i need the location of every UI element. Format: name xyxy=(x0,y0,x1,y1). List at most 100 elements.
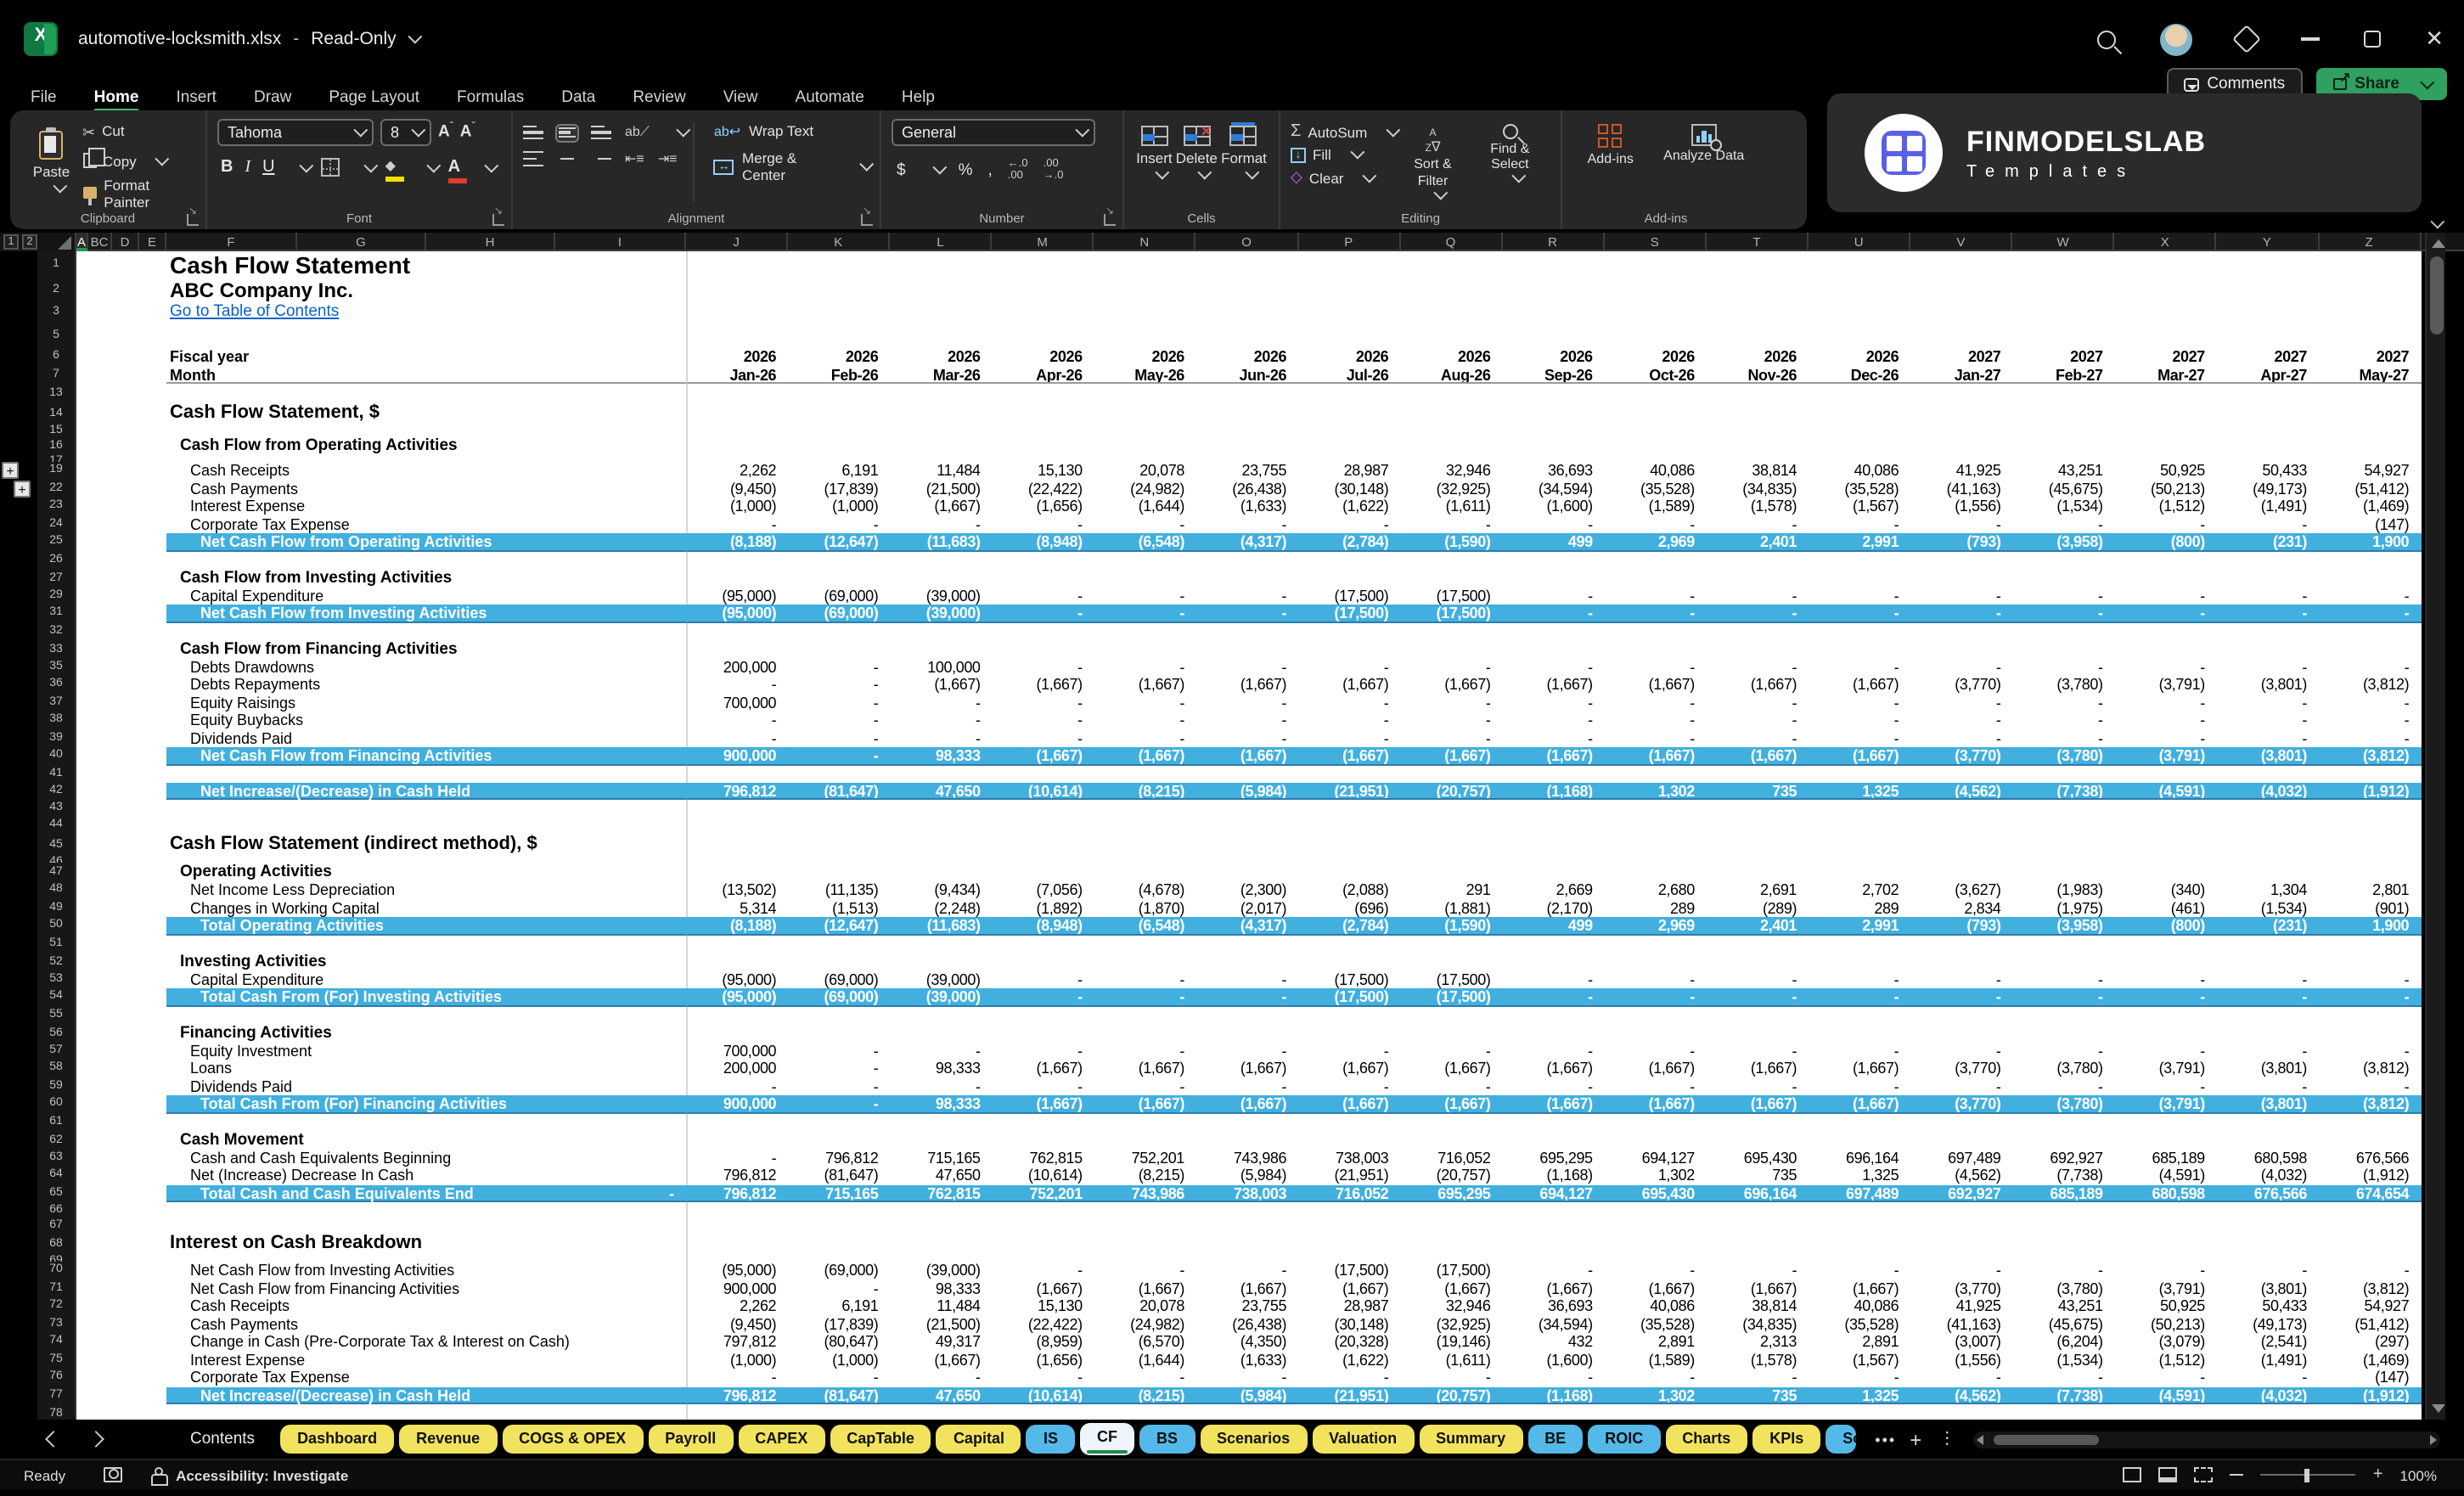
cell[interactable]: (24,982) xyxy=(1094,480,1196,498)
cell[interactable]: (8,948) xyxy=(992,917,1094,935)
menu-tab-file[interactable]: File xyxy=(31,87,57,113)
cell[interactable]: - xyxy=(1502,729,1605,747)
cell[interactable]: (1,881) xyxy=(1400,899,1503,917)
cell[interactable] xyxy=(686,278,2422,302)
cell[interactable]: (8,948) xyxy=(992,533,1094,551)
format-cells-button[interactable]: Format xyxy=(1221,119,1267,205)
cell[interactable]: - xyxy=(2216,515,2319,533)
cell[interactable]: 1,325 xyxy=(1809,1167,1911,1184)
cell[interactable] xyxy=(686,1113,2422,1130)
cell[interactable]: (1,667) xyxy=(1400,676,1503,694)
cell[interactable]: (10,614) xyxy=(992,782,1094,800)
cell[interactable]: - xyxy=(1706,729,1809,747)
sheet-tab-revenue[interactable]: Revenue xyxy=(399,1425,498,1454)
cell[interactable]: (4,350) xyxy=(1195,1333,1299,1351)
cell[interactable]: 695,430 xyxy=(1604,1184,1707,1202)
cell[interactable]: 696,164 xyxy=(1809,1149,1911,1167)
cell[interactable]: - xyxy=(2319,988,2422,1006)
cell[interactable]: - xyxy=(1706,1262,1809,1279)
cell[interactable]: (1,667) xyxy=(992,1279,1094,1297)
scroll-left-icon[interactable] xyxy=(1976,1434,1983,1444)
cut-button[interactable]: Cut xyxy=(82,115,195,145)
cell[interactable]: Jun-26 xyxy=(1195,366,1299,384)
cell[interactable]: (1,667) xyxy=(890,1351,993,1369)
cell[interactable]: (231) xyxy=(2216,917,2319,935)
cell[interactable]: (696) xyxy=(1298,899,1401,917)
cell[interactable]: 50,433 xyxy=(2216,1297,2319,1315)
cell[interactable]: 695,295 xyxy=(1400,1184,1503,1202)
cell[interactable]: (8,215) xyxy=(1094,1167,1196,1184)
row-number-27[interactable]: 27 xyxy=(37,568,76,587)
cell[interactable]: 2027 xyxy=(2216,348,2319,366)
cell[interactable]: (1,667) xyxy=(1195,747,1299,765)
cell[interactable]: (35,528) xyxy=(1604,480,1707,498)
cell[interactable]: - xyxy=(1910,605,2013,622)
font-family-select[interactable]: Tahoma xyxy=(217,119,374,146)
cell[interactable]: (17,500) xyxy=(1400,605,1503,622)
cell[interactable]: (3,780) xyxy=(2012,676,2115,694)
align-right-icon[interactable] xyxy=(591,151,611,166)
cell[interactable]: (3,780) xyxy=(2012,747,2115,765)
cell[interactable]: - xyxy=(2216,1077,2319,1095)
cell[interactable] xyxy=(686,302,2422,323)
cell[interactable]: - xyxy=(2114,970,2217,988)
cell[interactable]: - xyxy=(2319,605,2422,622)
cell[interactable]: - xyxy=(2114,587,2217,605)
cell[interactable]: (3,770) xyxy=(1910,676,2013,694)
cell[interactable]: - xyxy=(1502,970,1605,988)
row-number-76[interactable]: 76 xyxy=(37,1369,76,1386)
cell[interactable]: 432 xyxy=(1502,1333,1605,1351)
cell[interactable]: (340) xyxy=(2114,881,2217,899)
cell[interactable]: (1,667) xyxy=(1604,747,1707,765)
cell[interactable]: - xyxy=(2012,605,2115,622)
cell[interactable]: (1,667) xyxy=(1809,1095,1911,1113)
cell[interactable]: - xyxy=(2114,1077,2217,1095)
cell[interactable]: - xyxy=(2114,658,2217,676)
column-header-M[interactable]: M xyxy=(992,233,1094,251)
number-format-select[interactable]: General xyxy=(892,119,1095,146)
cell[interactable]: 50,433 xyxy=(2216,462,2319,480)
cell[interactable]: - xyxy=(1298,711,1401,729)
cell[interactable]: (8,215) xyxy=(1094,782,1196,800)
column-header-BC[interactable]: BC xyxy=(88,233,112,251)
cell[interactable]: (3,780) xyxy=(2012,1279,2115,1297)
menu-tab-view[interactable]: View xyxy=(723,87,758,113)
cell[interactable]: (1,611) xyxy=(1400,498,1503,515)
cell[interactable]: - xyxy=(2114,1369,2217,1386)
cell[interactable]: (1,168) xyxy=(1502,1167,1605,1184)
cell[interactable]: - xyxy=(1809,694,1911,711)
sheet-tab-charts[interactable]: Charts xyxy=(1665,1425,1748,1454)
paste-button[interactable]: Paste xyxy=(20,119,82,205)
cell[interactable]: (1,667) xyxy=(1298,1095,1401,1113)
cell[interactable]: (4,032) xyxy=(2216,782,2319,800)
cell[interactable]: (1,644) xyxy=(1094,1351,1196,1369)
cell[interactable]: 685,189 xyxy=(2012,1184,2115,1202)
cell[interactable]: (39,000) xyxy=(890,1262,993,1279)
cell[interactable]: (1,667) xyxy=(1502,1060,1605,1077)
cell[interactable]: 2027 xyxy=(1910,348,2013,366)
cell[interactable]: (3,791) xyxy=(2114,747,2217,765)
cell[interactable]: - xyxy=(1604,729,1707,747)
cell[interactable]: - xyxy=(1809,729,1911,747)
cell[interactable]: - xyxy=(1195,711,1299,729)
cell[interactable]: 738,003 xyxy=(1298,1149,1401,1167)
sheet-tab-kpis[interactable]: KPIs xyxy=(1752,1425,1821,1454)
cell[interactable]: - xyxy=(1298,515,1401,533)
row-number-16[interactable]: 16 xyxy=(37,436,76,455)
normal-view-icon[interactable] xyxy=(2123,1467,2142,1482)
cell[interactable] xyxy=(686,1023,2422,1042)
row-number-72[interactable]: 72 xyxy=(37,1297,76,1315)
cell[interactable]: (5,984) xyxy=(1195,1386,1299,1404)
cell[interactable]: (1,667) xyxy=(992,1060,1094,1077)
cell[interactable]: - xyxy=(788,1077,891,1095)
column-header-U[interactable]: U xyxy=(1809,233,1911,251)
cell[interactable]: - xyxy=(1604,1262,1707,1279)
cell[interactable]: (1,667) xyxy=(1094,1060,1196,1077)
cell[interactable]: - xyxy=(2114,729,2217,747)
cell[interactable]: (4,317) xyxy=(1195,533,1299,551)
cell[interactable]: - xyxy=(1706,1042,1809,1060)
cell[interactable]: 38,814 xyxy=(1706,1297,1809,1315)
cell[interactable]: (20,757) xyxy=(1400,782,1503,800)
cell[interactable]: (22,422) xyxy=(992,1315,1094,1333)
cell[interactable]: - xyxy=(2319,729,2422,747)
